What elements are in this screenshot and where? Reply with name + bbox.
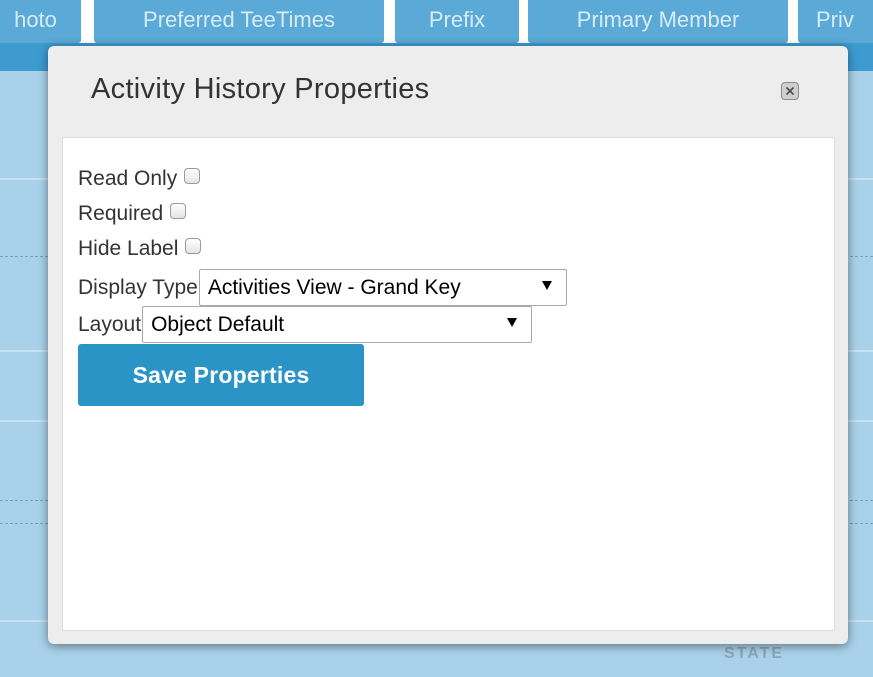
read-only-row: Read Only xyxy=(78,164,201,194)
close-button[interactable] xyxy=(781,82,799,100)
close-icon xyxy=(785,86,795,96)
modal-body: Read Only Required Hide Label Display Ty… xyxy=(62,137,835,631)
dropdown-arrow-icon xyxy=(507,318,518,327)
modal-title: Activity History Properties xyxy=(91,73,430,105)
display-type-row: Display Type Activities View - Grand Key xyxy=(78,269,567,306)
display-type-label: Display Type xyxy=(78,275,198,299)
display-type-value: Activities View - Grand Key xyxy=(207,275,461,299)
dropdown-arrow-icon xyxy=(541,281,552,290)
background-tab[interactable]: Preferred TeeTimes xyxy=(94,0,384,43)
modal-header: Activity History Properties xyxy=(48,46,848,136)
layout-label: Layout xyxy=(78,312,142,336)
layout-select[interactable]: Object Default xyxy=(142,306,533,343)
required-row: Required xyxy=(78,199,187,229)
required-label: Required xyxy=(78,202,164,225)
background-tab[interactable]: hoto xyxy=(0,0,81,43)
background-state-header: STATE xyxy=(724,645,785,662)
background-tab[interactable]: Priv xyxy=(798,0,873,43)
layout-value: Object Default xyxy=(151,312,285,336)
read-only-checkbox[interactable] xyxy=(184,168,201,184)
hide-label-label: Hide Label xyxy=(78,237,179,260)
read-only-label: Read Only xyxy=(78,167,178,190)
properties-modal: Activity History Properties Read Only Re… xyxy=(48,46,848,644)
background-tab-bar: hoto Preferred TeeTimes Prefix Primary M… xyxy=(0,0,873,43)
save-properties-button[interactable]: Save Properties xyxy=(78,344,364,406)
background-tab[interactable]: Primary Member xyxy=(528,0,788,43)
hide-label-row: Hide Label xyxy=(78,234,202,264)
required-checkbox[interactable] xyxy=(170,203,187,219)
hide-label-checkbox[interactable] xyxy=(185,238,202,254)
layout-row: Layout Object Default xyxy=(78,306,533,343)
display-type-select[interactable]: Activities View - Grand Key xyxy=(198,269,567,306)
background-tab[interactable]: Prefix xyxy=(395,0,519,43)
